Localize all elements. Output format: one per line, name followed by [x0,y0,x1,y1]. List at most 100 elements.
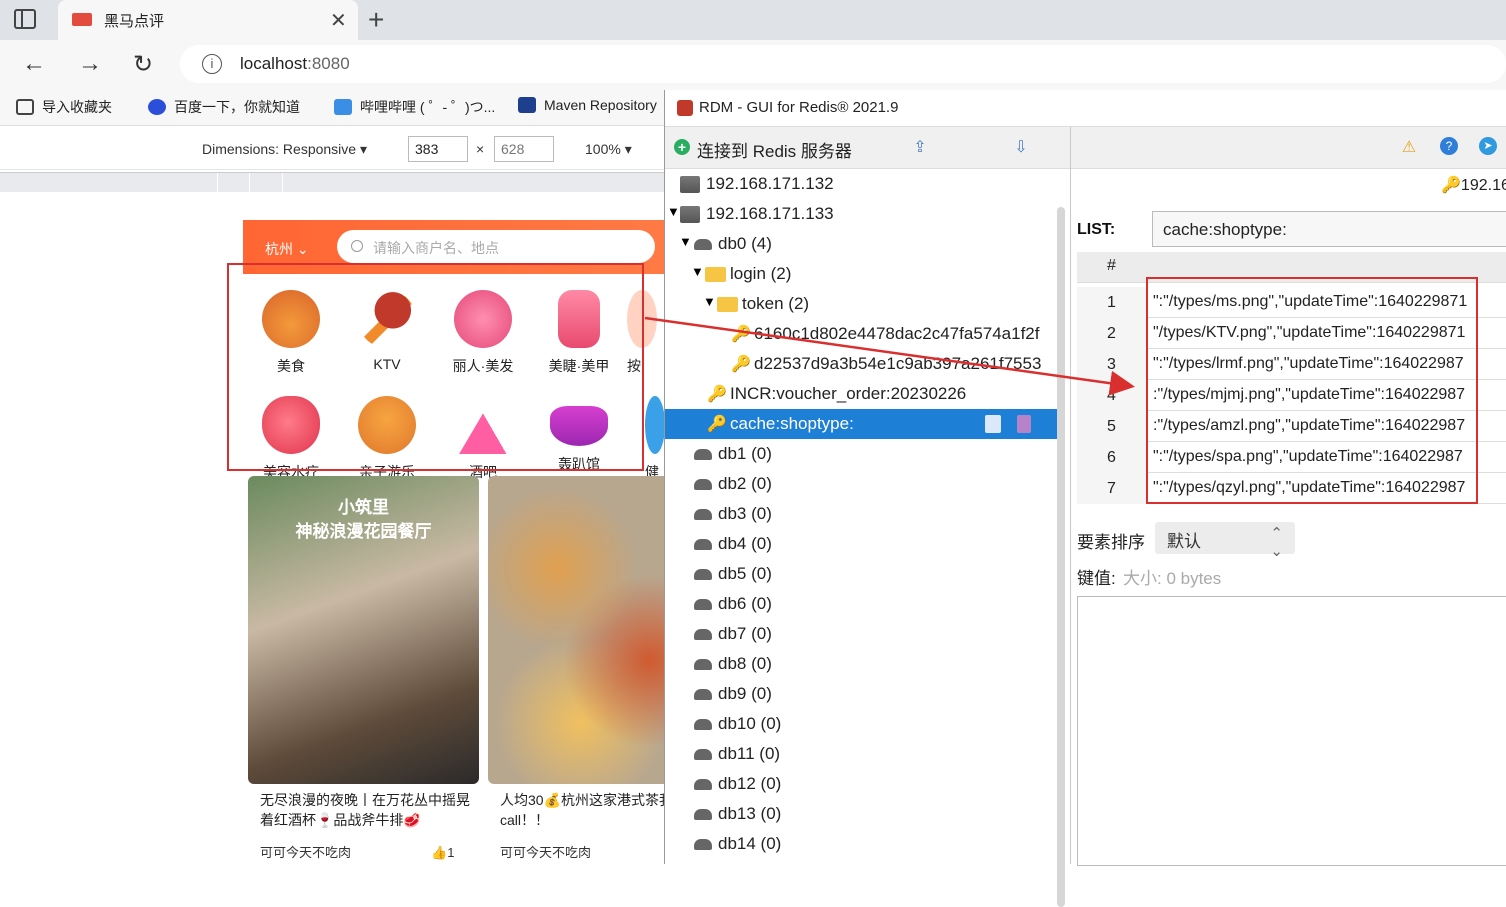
url-input[interactable]: i localhost:8080 [180,45,1506,83]
like-icon: 👍 [431,845,448,860]
value-editor[interactable] [1077,596,1506,866]
telegram-icon[interactable]: ➤ [1479,137,1497,155]
annotation-box-list-values [1146,277,1478,504]
import-icon [16,99,34,115]
tree-key-token-2[interactable]: 🔑 d22537d9a3b54e1c9ab397a261f7553 [665,349,1065,379]
tree-db-5[interactable]: db5 (0) [665,559,1065,589]
bookmark-maven[interactable]: Maven Repository [518,97,657,113]
tree-db-6[interactable]: db6 (0) [665,589,1065,619]
zoom-dropdown[interactable]: 100% ▾ [585,141,632,158]
database-icon [694,689,712,700]
site-info-icon[interactable]: i [202,54,222,74]
database-icon [694,239,712,250]
blog-card-image [488,476,664,784]
back-icon[interactable]: ← [22,50,46,78]
row-index: 2 [1077,318,1147,349]
tree-key-token-1[interactable]: 🔑 6160c1d802e4478dac2c47fa574a1f2f [665,319,1065,349]
tree-db0[interactable]: ▼ db0 (4) [665,229,1065,259]
copy-key-icon[interactable] [985,415,1001,433]
database-icon [694,839,712,850]
bookmark-import[interactable]: 导入收藏夹 [16,97,112,117]
tree-scrollbar[interactable] [1057,207,1065,907]
device-toolbar: Dimensions: Responsive ▾ 383 × 628 100% … [0,128,664,170]
tree-db-8[interactable]: db8 (0) [665,649,1065,679]
tree-db-11[interactable]: db11 (0) [665,739,1065,769]
delete-key-icon[interactable] [1017,415,1031,433]
dimensions-dropdown[interactable]: Dimensions: Responsive ▾ [202,141,367,158]
add-connection-icon[interactable]: + [674,139,690,155]
tree-server-2[interactable]: ▼ 192.168.171.133 [665,199,1065,229]
address-bar-row: ← → ↻ i localhost:8080 [0,40,1506,88]
key-icon: 🔑 [707,386,727,403]
key-name-field[interactable]: cache:shoptype: [1152,211,1506,247]
blog-card-2[interactable]: 人均30💰杭州这家港式茶我疯狂打call！！ 可可今天不吃肉 [488,476,664,864]
index-column-header: # [1107,257,1116,274]
new-tab-icon[interactable]: + [368,4,384,36]
export-icon[interactable]: ⇩ [1012,137,1030,156]
tree-db-12[interactable]: db12 (0) [665,769,1065,799]
connection-tab[interactable]: 🔑192.16 [1441,175,1506,195]
database-icon [694,719,712,730]
tree-db-3[interactable]: db3 (0) [665,499,1065,529]
tree-db-7[interactable]: db7 (0) [665,619,1065,649]
left-toolbar: + 连接到 Redis 服务器 ⇪ ⇩ [665,127,1070,169]
forward-icon[interactable]: → [78,50,102,78]
media-query-ruler [0,172,664,193]
key-icon: 🔑 [1441,177,1461,194]
blog-card-user: 可可今天不吃肉 👍1 [260,845,455,860]
row-index: 3 [1077,349,1147,380]
warning-icon[interactable]: ⚠ [1400,137,1418,156]
tree-db-13[interactable]: db13 (0) [665,799,1065,829]
blog-card-1[interactable]: 小筑里 神秘浪漫花园餐厅 无尽浪漫的夜晚丨在万花丛中摇晃着红酒杯🍷品战斧牛排🥩 可… [248,476,479,864]
rdm-window-title: RDM - GUI for Redis® 2021.9 [699,99,899,116]
city-selector[interactable]: 杭州 ⌄ [265,239,309,259]
blog-card-user: 可可今天不吃肉 [500,845,592,860]
folder-icon [705,267,726,282]
sort-select[interactable]: 默认 ⌃ ⌄ [1155,522,1295,560]
value-label: 键值: [1077,569,1116,588]
tree-folder-token[interactable]: ▼ token (2) [665,289,1065,319]
key-type-label: LIST: [1077,221,1116,238]
tree-folder-login[interactable]: ▼ login (2) [665,259,1065,289]
help-icon[interactable]: ? [1440,137,1458,155]
database-icon [694,749,712,760]
key-icon: 🔑 [731,356,751,373]
tree-key-shoptype[interactable]: 🔑 cache:shoptype: [665,409,1065,439]
browser-tab-bar: 黑马点评 ✕ + [0,0,1506,40]
height-input[interactable]: 628 [494,136,554,162]
sidebar-toggle-icon[interactable] [14,9,36,29]
key-icon: 🔑 [707,416,727,433]
bookmark-bilibili[interactable]: 哔哩哔哩 ( ゜- ゜)つ... [334,97,495,117]
category-fitness-cut[interactable]: 健 [645,396,664,482]
tree-db-1[interactable]: db1 (0) [665,439,1065,469]
connect-button[interactable]: 连接到 Redis 服务器 [697,137,852,162]
tree-db-10[interactable]: db10 (0) [665,709,1065,739]
tree-db-9[interactable]: db9 (0) [665,679,1065,709]
row-index: 1 [1077,287,1147,318]
tree-db-2[interactable]: db2 (0) [665,469,1065,499]
width-input[interactable]: 383 [408,136,468,162]
search-input[interactable]: 请输入商户名、地点 [337,230,655,263]
tree-server-1[interactable]: 192.168.171.132 [665,169,1065,199]
database-icon [694,509,712,520]
connection-tree-pane: + 连接到 Redis 服务器 ⇪ ⇩ 192.168.171.132 ▼ 19… [665,127,1070,907]
maven-icon [518,97,536,113]
rdm-titlebar: RDM - GUI for Redis® 2021.9 [665,90,1506,127]
browser-tab[interactable]: 黑马点评 ✕ [58,0,358,40]
tree-db-14[interactable]: db14 (0) [665,829,1065,859]
close-tab-icon[interactable]: ✕ [330,8,347,33]
search-placeholder: 请输入商户名、地点 [373,240,499,256]
database-icon [694,779,712,790]
bookmark-baidu[interactable]: 百度一下，你就知道 [148,97,300,117]
reload-icon[interactable]: ↻ [133,50,153,79]
database-icon [694,569,712,580]
sort-label: 要素排序 [1077,533,1145,552]
import-icon[interactable]: ⇪ [911,137,929,156]
tree-key-incr[interactable]: 🔑 INCR:voucher_order:20230226 [665,379,1065,409]
row-index: 6 [1077,442,1147,473]
tree-db-4[interactable]: db4 (0) [665,529,1065,559]
database-icon [694,479,712,490]
expand-arrow-icon: ▼ [691,264,704,279]
url-text: localhost:8080 [240,54,350,73]
expand-arrow-icon: ▼ [703,294,716,309]
